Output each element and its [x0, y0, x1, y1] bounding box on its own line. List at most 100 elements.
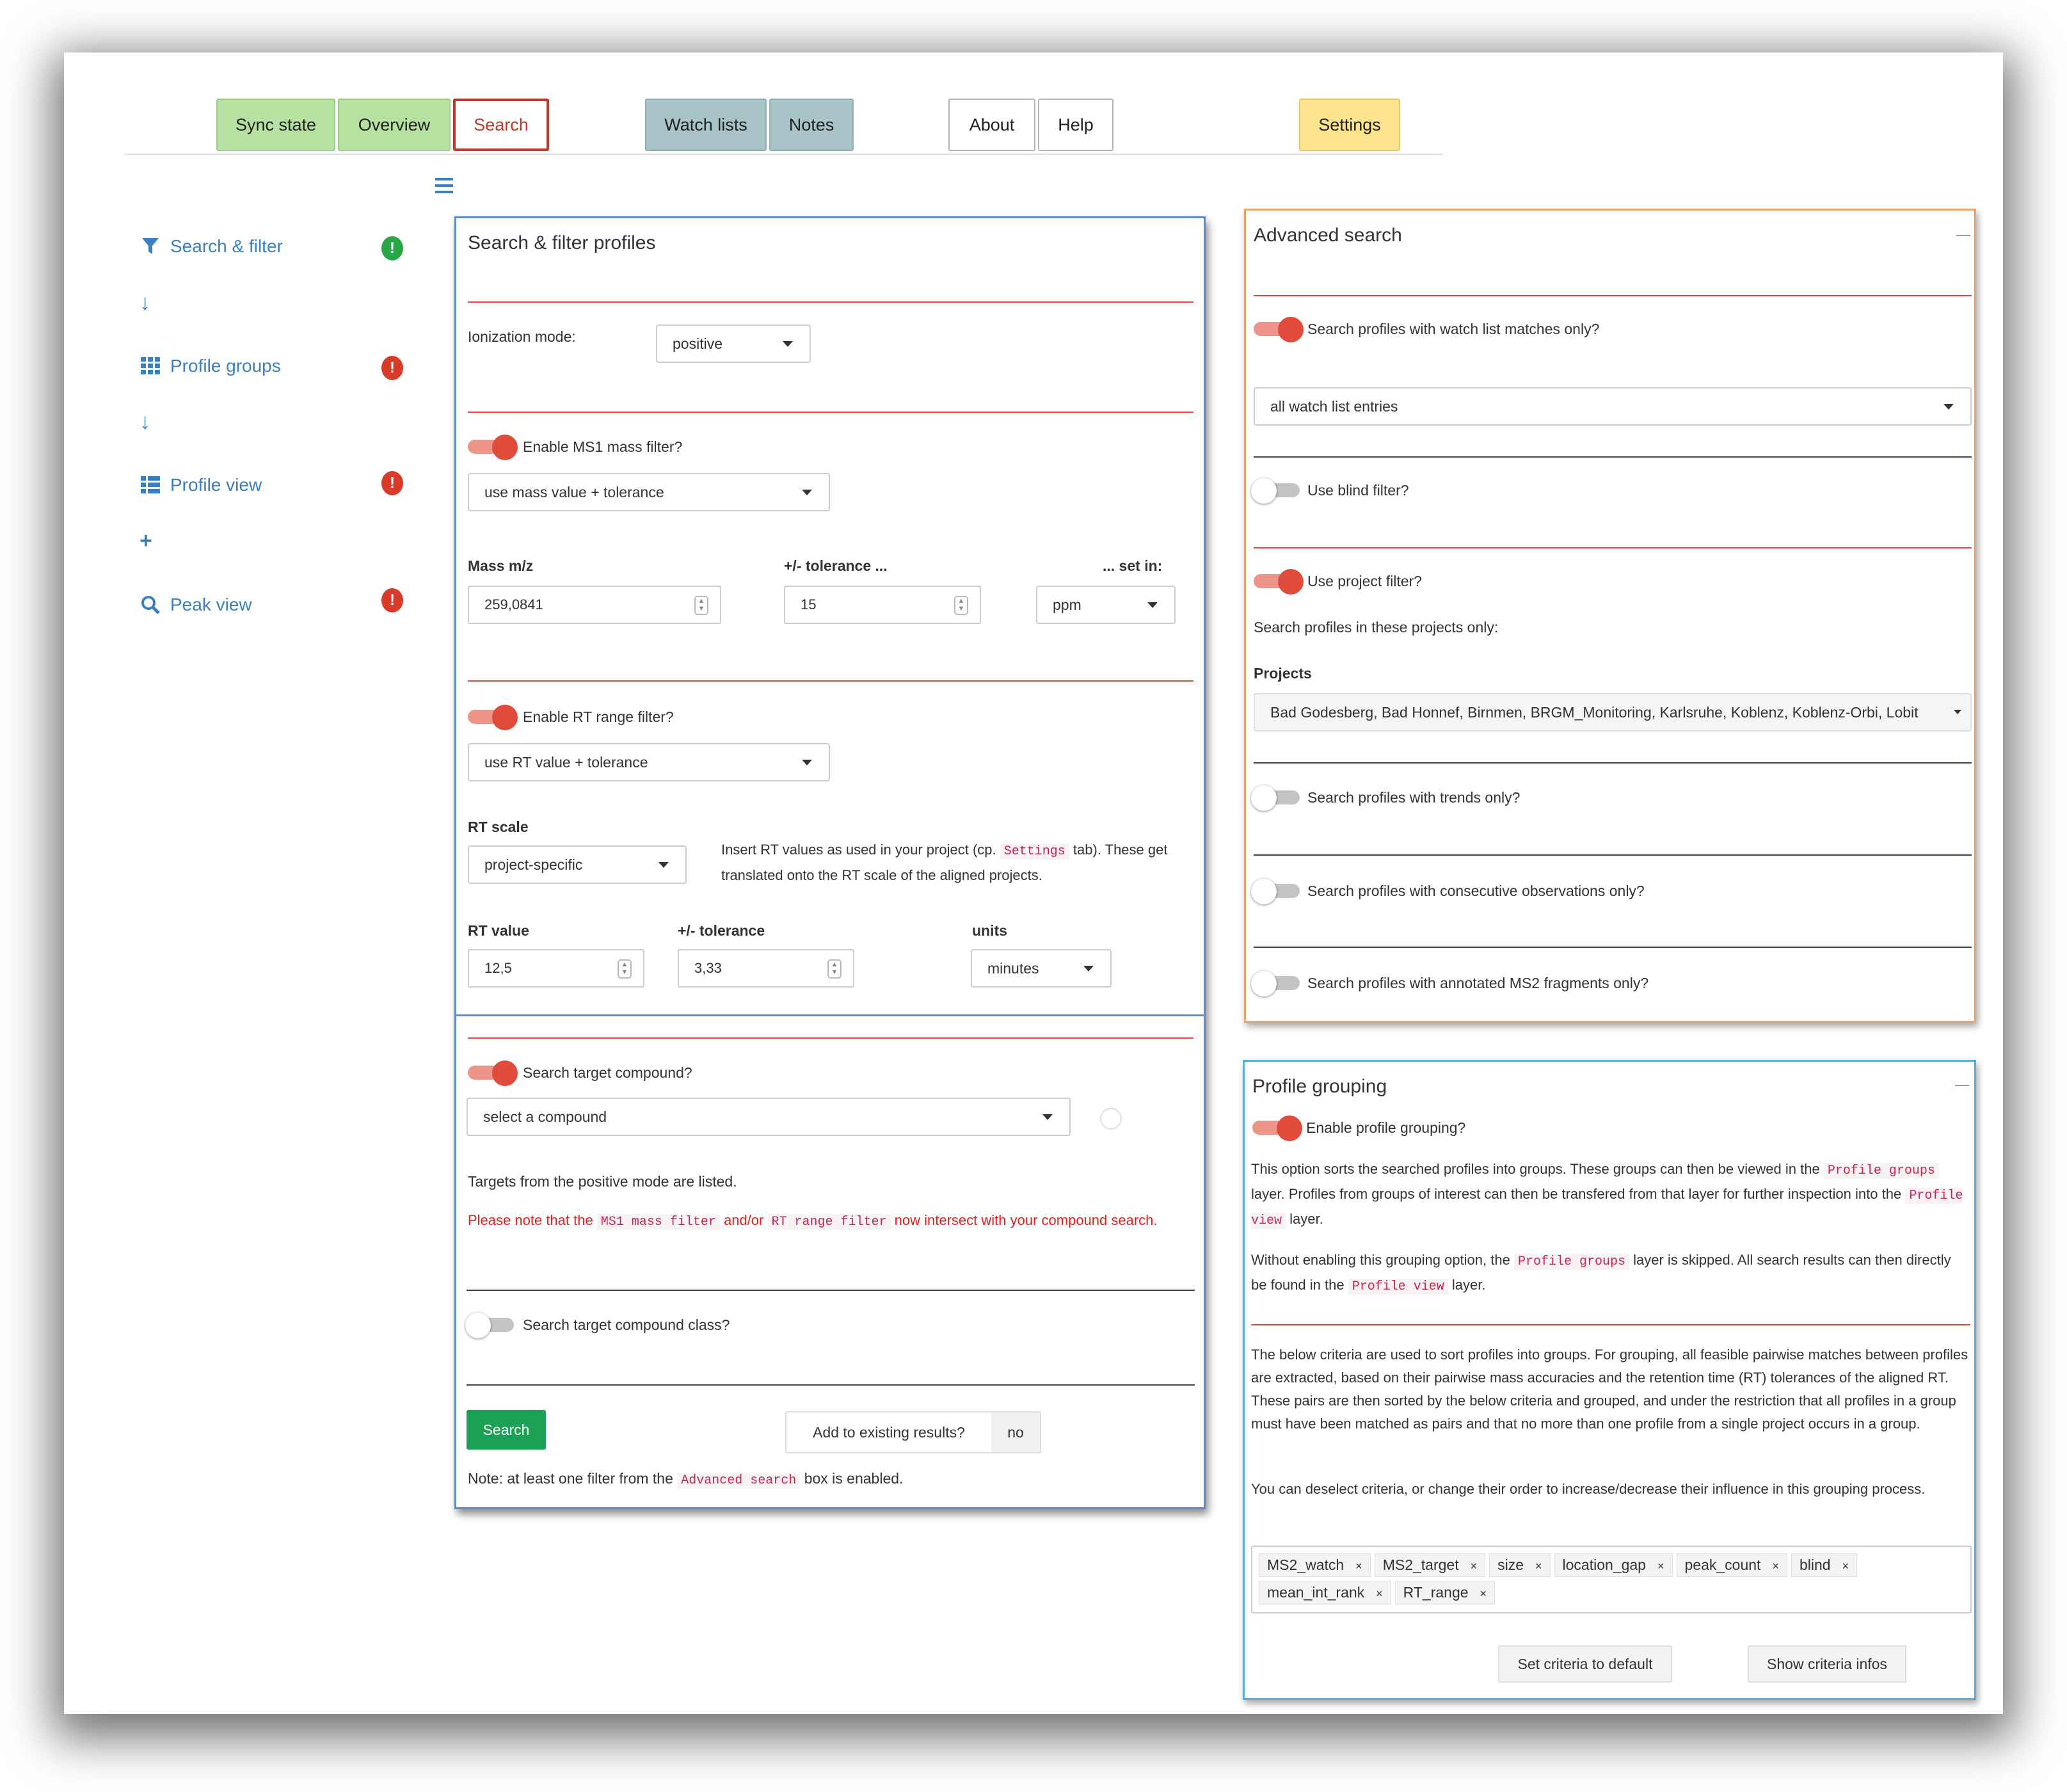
projects-select[interactable]: Bad Godesberg, Bad Honnef, Birnmen, BRGM… — [1254, 693, 1972, 732]
mass-label: Mass m/z — [468, 557, 534, 574]
mass-value: 259,0841 — [484, 596, 543, 612]
chevron-down-icon — [783, 341, 793, 347]
divider — [468, 1037, 1193, 1039]
grid-icon — [141, 357, 160, 374]
criteria-chip[interactable]: size × — [1489, 1553, 1551, 1577]
rt-method-value: use RT value + tolerance — [484, 753, 648, 771]
watch-list-toggle[interactable] — [1254, 317, 1304, 342]
ms1-method-value: use mass value + tolerance — [484, 483, 664, 500]
criteria-description: The below criteria are used to sort prof… — [1251, 1347, 1968, 1432]
watch-list-select[interactable]: all watch list entries — [1254, 387, 1972, 426]
divider — [1254, 762, 1972, 764]
collapse-icon[interactable] — [1956, 235, 1970, 236]
trends-label: Search profiles with trends only? — [1307, 789, 1520, 806]
section-border — [454, 1014, 1206, 1016]
rt-filter-toggle[interactable] — [468, 705, 518, 730]
criteria-infos-button[interactable]: Show criteria infos — [1748, 1645, 1906, 1683]
add-results-control[interactable]: Add to existing results? no — [785, 1411, 1041, 1453]
remove-icon: × — [1480, 1587, 1487, 1600]
divider — [468, 680, 1193, 682]
grouping-label: Enable profile grouping? — [1306, 1119, 1466, 1136]
criteria-chip[interactable]: mean_int_rank × — [1259, 1581, 1391, 1604]
unit-select[interactable]: ppm — [1036, 586, 1176, 624]
consecutive-toggle[interactable] — [1251, 879, 1300, 904]
set-in-label: ... set in: — [1103, 557, 1163, 574]
rt-value-label: RT value — [468, 922, 529, 939]
profile-grouping-panel: Profile grouping Enable profile grouping… — [1243, 1060, 1976, 1700]
hamburger-icon[interactable] — [435, 178, 453, 193]
rt-value-input[interactable]: 12,5 ▲ ▼ — [468, 949, 644, 988]
tab-watch-lists[interactable]: Watch lists — [645, 99, 767, 151]
divider — [1254, 295, 1972, 296]
stepper-icon[interactable]: ▲ ▼ — [618, 959, 632, 979]
rt-tolerance-input[interactable]: 3,33 ▲ ▼ — [678, 949, 854, 988]
blind-filter-toggle[interactable] — [1251, 478, 1300, 504]
tab-search[interactable]: Search — [453, 99, 549, 151]
rt-tolerance-label: +/- tolerance — [678, 922, 765, 939]
divider — [1251, 1324, 1970, 1325]
tolerance-input[interactable]: 15 ▲ ▼ — [784, 586, 981, 624]
tab-sync-state[interactable]: Sync state — [216, 99, 335, 151]
criteria-chip[interactable]: MS2_target × — [1374, 1553, 1486, 1577]
sidebar-item-peak-view[interactable]: Peak view — [141, 595, 252, 615]
app-window: Sync state Overview Search Watch lists N… — [64, 52, 2003, 1714]
targets-note: Targets from the positive mode are liste… — [468, 1173, 737, 1190]
target-compound-toggle[interactable] — [468, 1060, 518, 1086]
set-default-button[interactable]: Set criteria to default — [1498, 1645, 1672, 1683]
search-button[interactable]: Search — [467, 1410, 546, 1450]
panel-title: Search & filter profiles — [468, 232, 656, 253]
sidebar-item-search-filter[interactable]: Search & filter — [141, 236, 283, 257]
rt-units-select[interactable]: minutes — [971, 949, 1112, 988]
trends-toggle[interactable] — [1251, 785, 1300, 811]
remove-icon: × — [1772, 1560, 1779, 1572]
stepper-icon[interactable]: ▲ ▼ — [694, 596, 708, 615]
ms2-fragments-toggle[interactable] — [1251, 971, 1300, 996]
project-filter-toggle[interactable] — [1254, 569, 1304, 595]
collapse-icon[interactable] — [1955, 1085, 1969, 1086]
criteria-chip[interactable]: blind × — [1791, 1553, 1858, 1577]
info-circle-icon[interactable] — [1100, 1108, 1122, 1130]
chevron-down-icon — [1943, 404, 1954, 410]
ms1-method-select[interactable]: use mass value + tolerance — [468, 473, 830, 511]
sidebar-item-label: Profile view — [170, 475, 262, 495]
funnel-icon — [142, 238, 159, 254]
add-results-value[interactable]: no — [991, 1412, 1040, 1452]
ms1-filter-toggle[interactable] — [468, 435, 518, 460]
rt-method-select[interactable]: use RT value + tolerance — [468, 743, 830, 781]
criteria-chip[interactable]: RT_range × — [1394, 1581, 1496, 1604]
tab-settings[interactable]: Settings — [1299, 99, 1400, 151]
rt-scale-label: RT scale — [468, 819, 529, 835]
criteria-selector[interactable]: MS2_watch × MS2_target × size × location_gap × p… — [1251, 1546, 1972, 1613]
stepper-icon[interactable]: ▲ ▼ — [954, 596, 968, 615]
ms1-filter-label: Enable MS1 mass filter? — [523, 438, 683, 455]
grouping-toggle[interactable] — [1252, 1116, 1302, 1141]
criteria-chip[interactable]: peak_count × — [1676, 1553, 1787, 1577]
stepper-icon[interactable]: ▲ ▼ — [827, 959, 842, 979]
tab-overview[interactable]: Overview — [338, 99, 451, 151]
tab-help[interactable]: Help — [1038, 99, 1113, 151]
divider — [1254, 854, 1972, 856]
divider — [1254, 456, 1972, 458]
tab-about[interactable]: About — [948, 99, 1035, 151]
compound-warning: Please note that the MS1 mass filter and… — [468, 1212, 1158, 1230]
rt-units-value: minutes — [987, 959, 1039, 977]
compound-select[interactable]: select a compound — [467, 1098, 1071, 1136]
divider — [468, 301, 1193, 303]
compound-class-toggle[interactable] — [465, 1313, 514, 1338]
sidebar-item-profile-groups[interactable]: Profile groups — [141, 356, 281, 376]
tab-notes[interactable]: Notes — [769, 99, 854, 151]
mass-input[interactable]: 259,0841 ▲ ▼ — [468, 586, 721, 624]
search-filter-panel: Search & filter profiles Ionization mode… — [454, 216, 1206, 1509]
ionization-select[interactable]: positive — [656, 324, 811, 363]
criteria-chip[interactable]: location_gap × — [1554, 1553, 1673, 1577]
rt-filter-label: Enable RT range filter? — [523, 708, 674, 725]
ms2-fragments-label: Search profiles with annotated MS2 fragm… — [1307, 975, 1649, 991]
criteria-chip[interactable]: MS2_watch × — [1259, 1553, 1371, 1577]
sidebar-item-profile-view[interactable]: Profile view — [141, 475, 262, 495]
blind-filter-label: Use blind filter? — [1307, 482, 1409, 499]
rt-units-label: units — [972, 922, 1007, 939]
criteria-hint: You can deselect criteria, or change the… — [1251, 1481, 1926, 1497]
rt-scale-select[interactable]: project-specific — [468, 845, 687, 884]
sidebar-item-label: Search & filter — [170, 236, 283, 256]
project-filter-label: Use project filter? — [1307, 573, 1422, 589]
